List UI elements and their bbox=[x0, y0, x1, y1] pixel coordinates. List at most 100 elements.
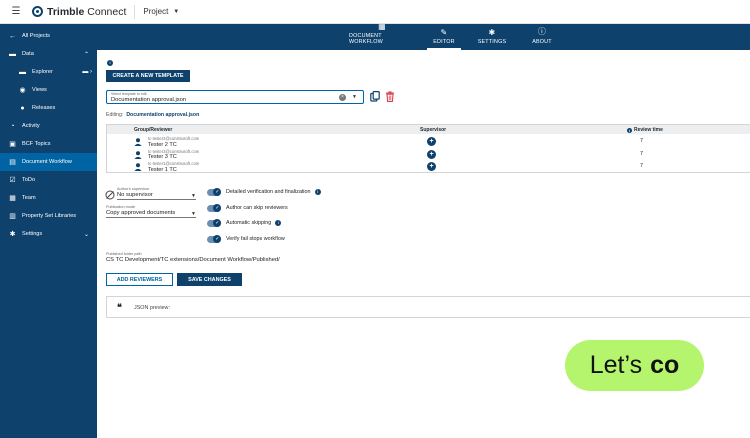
toggle-author-skip-reviewers[interactable]: ✓ Author can skip reviewers bbox=[207, 203, 288, 213]
tab-settings[interactable]: ✱ SETTINGS bbox=[477, 24, 507, 50]
no-supervisor-icon bbox=[105, 190, 115, 200]
published-folder-path[interactable]: CS TC Development/TC extensions/Document… bbox=[106, 257, 280, 263]
info-icon[interactable]: i bbox=[627, 127, 632, 133]
user-icon bbox=[134, 150, 142, 159]
quote-icon: ❝ bbox=[117, 302, 122, 312]
toggle-detailed-verification[interactable]: ✓ Detailed verification and finalization… bbox=[207, 187, 321, 197]
sidebar-item-explorer[interactable]: ▬ Explorer ▬ › bbox=[0, 63, 97, 81]
tab-label: DOCUMENT WORKFLOW bbox=[349, 33, 383, 45]
add-supervisor-button[interactable]: + bbox=[427, 149, 436, 159]
header-divider bbox=[134, 4, 136, 19]
review-time-header-label: Review time bbox=[634, 127, 663, 133]
sidebar-item-label: Releases bbox=[32, 105, 56, 111]
sidebar-item-label: Data bbox=[22, 51, 34, 57]
sidebar-item-document-workflow[interactable]: ▤ Document Workflow bbox=[0, 153, 97, 171]
top-bar: ☰ Trimble Connect Project ▼ bbox=[0, 0, 750, 24]
pencil-icon: ✎ bbox=[440, 28, 448, 37]
folder-icon: ▬ bbox=[9, 50, 16, 58]
table-row[interactable]: tc-tester3@construsoft.com Tester 3 TC +… bbox=[107, 146, 750, 160]
tab-label: ABOUT bbox=[532, 39, 552, 45]
chevron-down-icon[interactable]: ⌄ bbox=[84, 231, 89, 238]
project-selector[interactable]: Project ▼ bbox=[143, 7, 179, 16]
cta-text-bold: co bbox=[650, 351, 680, 379]
add-supervisor-button[interactable]: + bbox=[427, 162, 436, 171]
add-supervisor-button[interactable]: + bbox=[427, 137, 436, 146]
tab-document-workflow[interactable]: ▦ DOCUMENT WORKFLOW bbox=[349, 22, 415, 50]
toggle-verify-fail-stops[interactable]: ✓ Verify fail stops workflow bbox=[207, 234, 285, 244]
reviewer-email: tc-tester1@construsoft.com bbox=[148, 161, 200, 166]
sidebar-item-activity[interactable]: ◔ Activity bbox=[0, 117, 97, 135]
review-time-value[interactable]: 7 bbox=[640, 138, 643, 144]
chevron-up-icon[interactable]: ⌃ bbox=[84, 51, 89, 58]
editor-content: i CREATE A NEW TEMPLATE Select template … bbox=[97, 50, 750, 438]
caret-down-icon: ▼ bbox=[191, 211, 196, 217]
template-select-label: Select template to edit bbox=[111, 92, 147, 96]
folder-icon: ▬ bbox=[19, 68, 26, 76]
user-icon bbox=[134, 163, 142, 171]
brand-name-strong: Trimble bbox=[47, 5, 85, 18]
sidebar-item-label: All Projects bbox=[22, 33, 50, 39]
hamburger-menu-icon[interactable]: ☰ bbox=[6, 6, 26, 17]
tab-editor[interactable]: ✎ EDITOR bbox=[427, 24, 461, 50]
table-row[interactable]: tc-tester2@construsoft.com Tester 2 TC +… bbox=[107, 134, 750, 148]
sidebar-item-todo[interactable]: ☑ ToDo bbox=[0, 171, 97, 189]
sidebar-item-bcf-topics[interactable]: ▣ BCF Topics bbox=[0, 135, 97, 153]
trimble-connect-logo[interactable]: Trimble Connect bbox=[32, 6, 126, 18]
template-select[interactable]: Select template to edit Documentation ap… bbox=[106, 90, 364, 104]
info-icon[interactable]: i bbox=[107, 60, 113, 66]
json-preview-panel[interactable]: ❝ JSON preview: bbox=[106, 296, 750, 318]
sidebar-item-data[interactable]: ▬ Data ⌃ bbox=[0, 45, 97, 63]
lets-connect-banner: Let’s co bbox=[565, 340, 704, 391]
sidebar-item-views[interactable]: ◉ Views bbox=[0, 81, 97, 99]
author-supervisor-select[interactable]: Author's supervisor No supervisor ▼ bbox=[117, 187, 196, 200]
toggle-automatic-skipping[interactable]: ✓ Automatic skipping i bbox=[207, 218, 282, 228]
sidebar-item-label: ToDo bbox=[22, 177, 36, 183]
toggle-switch[interactable]: ✓ bbox=[207, 188, 221, 196]
workflow-icon: ▦ bbox=[378, 22, 386, 31]
table-row[interactable]: tc-tester1@construsoft.com Tester 1 TC +… bbox=[107, 159, 750, 173]
publication-mode-label: Publication mode bbox=[106, 205, 136, 209]
todo-icon: ☑ bbox=[9, 177, 16, 184]
json-preview-label: JSON preview: bbox=[134, 305, 170, 311]
sidebar-item-all-projects[interactable]: ← All Projects bbox=[0, 27, 97, 45]
arrow-left-icon: ← bbox=[9, 32, 16, 40]
toggle-switch[interactable]: ✓ bbox=[207, 219, 221, 227]
sidebar-item-property-set-libraries[interactable]: ▥ Property Set Libraries bbox=[0, 207, 97, 225]
toggle-label: Automatic skipping bbox=[226, 220, 272, 226]
add-reviewers-button[interactable]: ADD REVIEWERS bbox=[106, 273, 173, 286]
clear-icon[interactable]: × bbox=[339, 94, 346, 101]
gear-icon: ✱ bbox=[9, 231, 16, 238]
editing-label: Editing: bbox=[106, 112, 124, 118]
reviewer-name: Tester 1 TC bbox=[148, 166, 177, 173]
toggle-label: Author can skip reviewers bbox=[226, 205, 288, 211]
copy-icon[interactable] bbox=[370, 91, 380, 102]
column-header-review-time: i Review time bbox=[627, 127, 663, 133]
sidebar-item-settings[interactable]: ✱ Settings ⌄ bbox=[0, 225, 97, 243]
publication-mode-value: Copy approved documents bbox=[106, 210, 176, 216]
info-icon: ⓘ bbox=[537, 27, 547, 36]
info-icon[interactable]: i bbox=[275, 220, 282, 226]
table-header: Group/Reviewer Supervisor i Review time bbox=[107, 125, 750, 134]
save-changes-button[interactable]: SAVE CHANGES bbox=[177, 273, 242, 286]
publication-mode-select[interactable]: Publication mode Copy approved documents… bbox=[106, 205, 196, 218]
tab-about[interactable]: ⓘ ABOUT bbox=[529, 24, 555, 50]
create-template-button[interactable]: CREATE A NEW TEMPLATE bbox=[106, 70, 190, 82]
check-icon: ✓ bbox=[215, 188, 220, 195]
toggle-switch[interactable]: ✓ bbox=[207, 204, 221, 212]
review-time-value[interactable]: 7 bbox=[640, 163, 643, 169]
brand-name-light: Connect bbox=[87, 5, 127, 18]
sidebar: ← All Projects ▬ Data ⌃ ▬ Explorer ▬ › ◉… bbox=[0, 24, 97, 438]
sidebar-item-team[interactable]: ▦ Team bbox=[0, 189, 97, 207]
reviewers-table: Group/Reviewer Supervisor i Review time … bbox=[106, 124, 750, 173]
sidebar-item-releases[interactable]: ● Releases bbox=[0, 99, 97, 117]
trash-icon[interactable] bbox=[385, 91, 395, 102]
cta-text-light: Let’s bbox=[589, 351, 643, 379]
sidebar-item-label: Property Set Libraries bbox=[22, 213, 77, 219]
folder-expand-icon[interactable]: ▬ › bbox=[82, 69, 92, 75]
workflow-icon: ▤ bbox=[9, 159, 16, 166]
review-time-value[interactable]: 7 bbox=[640, 151, 643, 157]
library-icon: ▥ bbox=[9, 213, 16, 220]
info-icon[interactable]: i bbox=[314, 189, 321, 195]
toggle-switch[interactable]: ✓ bbox=[207, 235, 221, 243]
caret-down-icon[interactable]: ▼ bbox=[352, 94, 357, 100]
